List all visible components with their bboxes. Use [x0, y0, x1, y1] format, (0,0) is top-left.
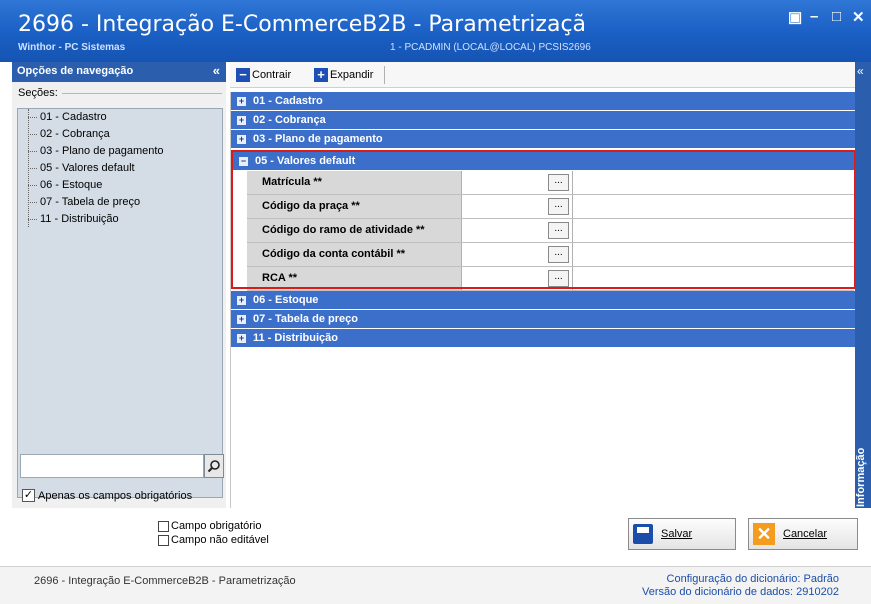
legend-swatch [158, 534, 169, 546]
expand-icon[interactable]: + [237, 97, 246, 106]
section-cobranca[interactable]: + 02 - Cobrança [231, 111, 856, 130]
title-bar: 2696 - Integração E-CommerceB2B - Parame… [0, 0, 871, 62]
sections-tree: 01 - Cadastro 02 - Cobrança 03 - Plano d… [17, 108, 223, 498]
expand-icon[interactable]: + [237, 334, 246, 343]
save-icon [633, 524, 653, 544]
status-bar: 2696 - Integração E-CommerceB2B - Parame… [0, 566, 871, 604]
search-input[interactable] [20, 454, 204, 478]
legend-not-editable-label: Campo não editável [171, 534, 269, 546]
maximize-icon[interactable]: □ [832, 8, 841, 25]
legend-not-editable: Campo não editável [158, 533, 269, 547]
navigation-header-label: Opções de navegação [17, 65, 134, 77]
expand-icon[interactable]: + [237, 135, 246, 144]
legend-required-label: Campo obrigatório [171, 520, 262, 532]
session-info: 1 - PCADMIN (LOCAL@LOCAL) PCSIS2696 [390, 42, 591, 53]
section-estoque[interactable]: + 06 - Estoque [231, 291, 856, 310]
navigation-header: Opções de navegação « [12, 62, 226, 82]
section-tabela-preco[interactable]: + 07 - Tabela de preço [231, 310, 856, 329]
section-label: 03 - Plano de pagamento [253, 133, 383, 145]
save-label: Salvar [661, 528, 693, 540]
tree-item-valores-default[interactable]: 05 - Valores default [18, 160, 222, 177]
expand-all-button[interactable]: + Expandir [314, 66, 373, 84]
dict-version-label: Versão do dicionário de dados: [642, 586, 794, 598]
tree-item-cadastro[interactable]: 01 - Cadastro [18, 109, 222, 126]
section-label: 11 - Distribuição [253, 332, 338, 344]
company-name: Winthor - PC Sistemas [18, 42, 126, 53]
dict-config-label: Configuração do dicionário: [666, 573, 801, 585]
expand-all-label: Expandir [330, 69, 374, 81]
expand-icon[interactable]: + [237, 296, 246, 305]
tree-item-plano-pagamento[interactable]: 03 - Plano de pagamento [18, 143, 222, 160]
toolbar-separator [384, 66, 385, 84]
required-only-label: Apenas os campos obrigatórios [38, 489, 193, 502]
expand-icon[interactable]: + [237, 315, 246, 324]
highlight-frame [231, 150, 856, 289]
collapse-navigation-icon[interactable]: « [213, 63, 220, 78]
required-only-checkbox[interactable]: ✓ [22, 489, 35, 502]
information-tab[interactable]: Informação [855, 427, 871, 507]
tree-item-estoque[interactable]: 06 - Estoque [18, 177, 222, 194]
section-distribuicao[interactable]: + 11 - Distribuição [231, 329, 856, 348]
legend-required: Campo obrigatório [158, 519, 269, 533]
window-title: 2696 - Integração E-CommerceB2B - Parame… [18, 12, 587, 37]
legend: Campo obrigatório Campo não editável [158, 519, 269, 547]
grid-toolbar: − Contrair + Expandir [230, 62, 855, 88]
minimize-icon[interactable]: – [810, 8, 818, 25]
collapse-all-label: Contrair [252, 69, 292, 81]
section-label: 06 - Estoque [253, 294, 319, 306]
collapse-information-icon[interactable]: « [857, 64, 864, 78]
property-grid: + 01 - Cadastro + 02 - Cobrança + 03 - P… [230, 92, 856, 508]
close-icon[interactable]: ✕ [852, 8, 865, 26]
status-dictionary-info: Configuração do dicionário: Padrão Versã… [642, 573, 839, 599]
tree-item-distribuicao[interactable]: 11 - Distribuição [18, 211, 222, 228]
sections-divider [62, 93, 222, 94]
tree-item-tabela-preco[interactable]: 07 - Tabela de preço [18, 194, 222, 211]
save-button[interactable]: Salvar [628, 518, 736, 550]
required-only-option[interactable]: ✓ Apenas os campos obrigatórios [22, 489, 192, 502]
section-label: 07 - Tabela de preço [253, 313, 358, 325]
tree-item-cobranca[interactable]: 02 - Cobrança [18, 126, 222, 143]
cancel-icon: ✕ [753, 523, 775, 545]
section-plano-pagamento[interactable]: + 03 - Plano de pagamento [231, 130, 856, 149]
legend-swatch [158, 520, 169, 532]
dict-config-value: Padrão [803, 573, 839, 585]
search-button[interactable] [204, 454, 224, 478]
dict-version-value: 2910202 [796, 586, 839, 598]
status-routine-name: 2696 - Integração E-CommerceB2B - Parame… [34, 575, 296, 587]
search-icon [207, 460, 220, 473]
expand-icon[interactable]: + [237, 116, 246, 125]
restore-icon[interactable]: ▣ [788, 8, 802, 26]
cancel-button[interactable]: ✕ Cancelar [748, 518, 858, 550]
information-rail[interactable]: « Informação [855, 62, 871, 508]
plus-icon: + [314, 68, 328, 82]
collapse-all-button[interactable]: − Contrair [236, 66, 291, 84]
section-label: 01 - Cadastro [253, 95, 323, 107]
section-label: 02 - Cobrança [253, 114, 326, 126]
sections-label: Seções: [18, 87, 61, 99]
section-cadastro[interactable]: + 01 - Cadastro [231, 92, 856, 111]
navigation-panel: Opções de navegação « Seções: 01 - Cadas… [12, 62, 226, 508]
minus-icon: − [236, 68, 250, 82]
cancel-label: Cancelar [783, 528, 828, 540]
